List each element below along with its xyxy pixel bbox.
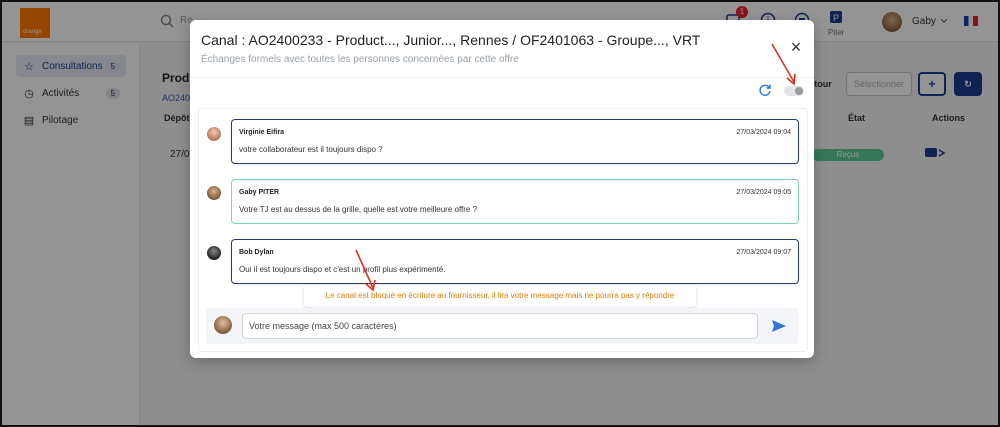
message-input[interactable]: Votre message (max 500 caractères) [242,313,758,339]
message-card: Gaby PITER 27/03/2024 09:05 Votre TJ est… [231,179,799,224]
screenshot-frame: orange Re 1 P Piter Gaby ☆ Consultations… [0,0,1000,427]
message-date: 27/03/2024 09:07 [736,249,792,256]
message-author: Virginie Eifira [239,129,284,136]
message-card: Virginie Eifira 27/03/2024 09:04 votre c… [231,119,799,164]
send-icon[interactable] [770,317,788,335]
message-text: Votre TJ est au dessus de la grille, que… [239,205,478,214]
avatar [207,246,221,260]
message-date: 27/03/2024 09:04 [736,129,792,136]
modal-subtitle: Échanges formels avec toutes les personn… [201,54,519,65]
annotation-arrow [771,43,796,86]
divider [190,77,814,78]
channel-modal: Canal : AO2400233 - Product..., Junior..… [190,20,814,358]
annotation-arrow [355,249,376,292]
message-text: votre collaborateur est il toujours disp… [239,145,383,154]
message-card: Bob Dylan 27/03/2024 09:07 Oui il est to… [231,239,799,284]
avatar [207,186,221,200]
message-date: 27/03/2024 09:05 [736,189,792,196]
message-text: Oui il est toujours dispo et c'est un pr… [239,265,446,274]
message-author: Gaby PITER [239,189,280,196]
avatar [214,316,232,334]
modal-title: Canal : AO2400233 - Product..., Junior..… [201,32,701,48]
message-author: Bob Dylan [239,249,274,256]
avatar [207,127,221,141]
compose-bar: Votre message (max 500 caractères) [206,308,798,344]
